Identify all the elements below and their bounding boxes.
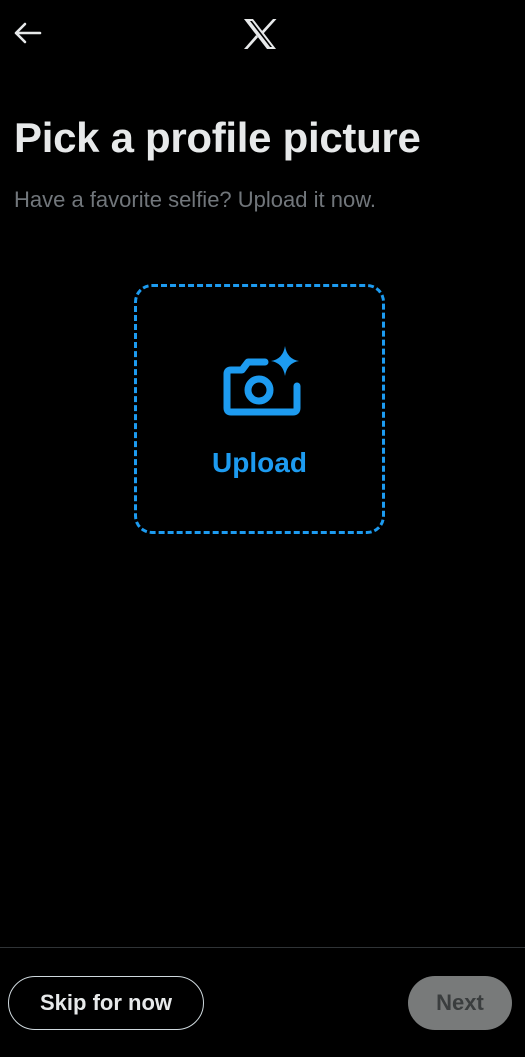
page-title: Pick a profile picture	[14, 114, 421, 161]
top-bar	[0, 0, 525, 70]
upload-label: Upload	[212, 447, 307, 478]
page-subtitle: Have a favorite selfie? Upload it now.	[14, 187, 376, 212]
back-button[interactable]	[6, 12, 48, 54]
next-button: Next	[408, 976, 512, 1030]
x-logo-icon	[244, 19, 277, 49]
bottom-divider	[0, 947, 525, 948]
arrow-left-icon	[14, 22, 42, 44]
skip-for-now-button[interactable]: Skip for now	[8, 976, 204, 1030]
profile-picture-screen: Pick a profile picture Have a favorite s…	[0, 0, 525, 1057]
upload-button[interactable]: Upload	[134, 284, 385, 534]
camera-sparkle-icon	[223, 346, 301, 416]
